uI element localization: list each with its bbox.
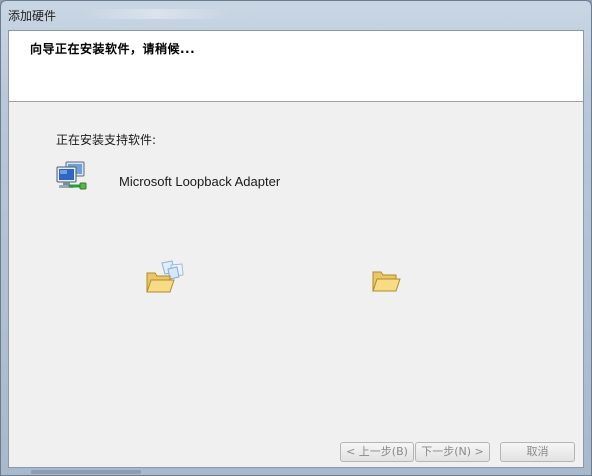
installing-label: 正在安装支持软件: [56, 133, 157, 147]
wizard-header: 向导正在安装软件，请稍候... [9, 31, 583, 102]
taskbar-edge [31, 470, 141, 474]
next-button[interactable]: 下一步(N) > [415, 442, 490, 462]
folder-icon [372, 271, 401, 292]
add-hardware-window: 添加硬件 向导正在安装软件，请稍候... 正在安装支持软件: Microsoft… [0, 0, 592, 476]
wizard-client-area: 向导正在安装软件，请稍候... 正在安装支持软件: Microsoft Loop… [8, 30, 584, 468]
folder-with-files-icon [146, 260, 184, 293]
device-name: Microsoft Loopback Adapter [119, 174, 281, 189]
cancel-button[interactable]: 取消 [500, 442, 575, 462]
title-bar[interactable]: 添加硬件 [1, 1, 591, 29]
back-button[interactable]: < 上一步(B) [340, 442, 414, 462]
title-bar-glass [81, 9, 231, 19]
network-adapter-icon [56, 161, 87, 190]
page-title: 向导正在安装软件，请稍候... [30, 42, 196, 56]
window-title: 添加硬件 [8, 9, 57, 23]
wizard-footer: < 上一步(B) 下一步(N) > 取消 [9, 435, 583, 467]
